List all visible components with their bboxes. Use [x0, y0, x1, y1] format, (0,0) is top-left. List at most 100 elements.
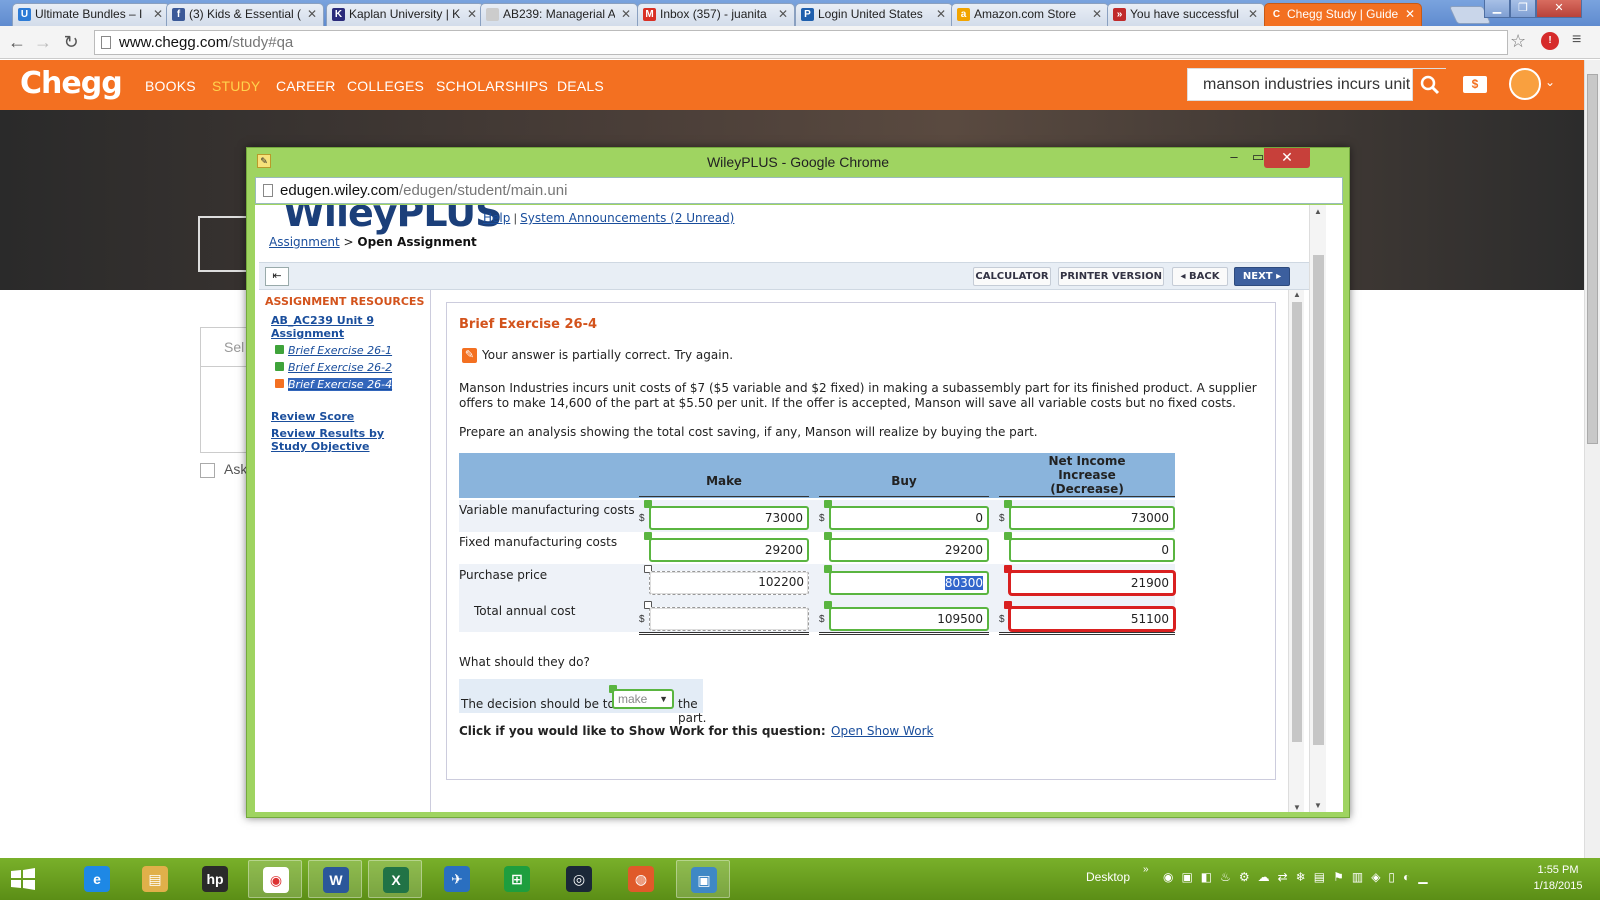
- photos-icon[interactable]: ▣: [676, 860, 730, 898]
- announcements-link[interactable]: System Announcements (2 Unread): [520, 211, 734, 225]
- nav-scholarships[interactable]: SCHOLARSHIPS: [436, 78, 548, 94]
- question-scrollbar[interactable]: ▲ ▼: [1288, 290, 1304, 812]
- maps-icon[interactable]: ◍: [614, 860, 668, 898]
- input-buy-row-1[interactable]: 0: [829, 506, 989, 530]
- input-buy-row-4[interactable]: 109500: [829, 607, 989, 631]
- tab-amazon[interactable]: a Amazon.com Store ✕: [951, 3, 1109, 26]
- input-buy-row-2[interactable]: 29200: [829, 538, 989, 562]
- bookmark-star-icon[interactable]: ☆: [1510, 31, 1526, 52]
- sidebar-assignment-link[interactable]: AB_AC239 Unit 9 Assignment: [271, 314, 411, 340]
- system-tray[interactable]: ◉▣◧♨⚙☁⇄❄▤⚑▥◈▯◐▁: [1163, 870, 1493, 888]
- close-tab-icon[interactable]: ✕: [1405, 4, 1415, 25]
- scroll-up-icon[interactable]: ▲: [1314, 207, 1322, 216]
- chevron-down-icon[interactable]: ⌄: [1545, 75, 1555, 89]
- nav-career[interactable]: CAREER: [276, 78, 336, 94]
- scrollbar-thumb[interactable]: [1587, 74, 1598, 444]
- forward-arrow-icon[interactable]: →: [32, 31, 54, 53]
- excel-icon[interactable]: X: [368, 860, 422, 898]
- avatar[interactable]: [1509, 68, 1541, 100]
- close-tab-icon[interactable]: ✕: [936, 4, 946, 25]
- tab-chegg[interactable]: C Chegg Study | Guide ✕: [1264, 3, 1422, 27]
- input-net-row-3[interactable]: 21900: [1009, 571, 1175, 595]
- input-net-row-1[interactable]: 73000: [1009, 506, 1175, 530]
- popup-scrollbar[interactable]: ▲ ▼: [1309, 205, 1326, 812]
- scroll-down-icon[interactable]: ▼: [1293, 803, 1301, 812]
- popup-address-bar[interactable]: edugen.wiley.com/edugen/student/main.uni: [255, 177, 1343, 204]
- input-make-row-1[interactable]: 73000: [649, 506, 809, 530]
- scrollbar-thumb[interactable]: [1313, 255, 1324, 745]
- popup-minimize-button[interactable]: –: [1223, 150, 1245, 166]
- chrome-icon[interactable]: ◉: [248, 860, 302, 898]
- tab-facebook[interactable]: f (3) Kids & Essential (✕: [166, 3, 324, 26]
- partial-correct-icon: ✎: [462, 348, 477, 363]
- subject-select[interactable]: Sel: [200, 327, 250, 367]
- file-explorer-icon[interactable]: ▤: [128, 860, 182, 898]
- close-window-button[interactable]: ✕: [1536, 0, 1582, 18]
- store-icon[interactable]: ⊞: [490, 860, 544, 898]
- sidebar-item-exercise-26-1[interactable]: Brief Exercise 26-1: [275, 344, 392, 357]
- desktop-toolbar-label[interactable]: Desktop: [1086, 870, 1130, 884]
- input-make-row-4[interactable]: [649, 607, 809, 631]
- search-button[interactable]: [1413, 68, 1446, 102]
- page-scrollbar[interactable]: [1584, 60, 1600, 858]
- tab-airline[interactable]: » You have successful ✕: [1107, 3, 1265, 26]
- menu-icon[interactable]: ≡: [1572, 31, 1581, 49]
- word-icon[interactable]: W: [308, 860, 362, 898]
- cart-icon[interactable]: $: [1463, 76, 1487, 93]
- nav-books[interactable]: BOOKS: [145, 78, 196, 94]
- maximize-button[interactable]: ❐: [1510, 0, 1536, 18]
- scroll-down-icon[interactable]: ▼: [1314, 801, 1322, 810]
- close-tab-icon[interactable]: ✕: [153, 4, 163, 25]
- open-show-work-link[interactable]: Open Show Work: [831, 724, 933, 738]
- tab-gmail[interactable]: M Inbox (357) - juanita ✕: [637, 3, 795, 26]
- close-tab-icon[interactable]: ✕: [778, 4, 788, 25]
- input-net-row-4[interactable]: 51100: [1009, 607, 1175, 631]
- nav-study[interactable]: STUDY: [212, 78, 260, 94]
- address-bar[interactable]: www.chegg.com/study#qa: [94, 30, 1508, 55]
- back-button[interactable]: ◂ BACK: [1172, 267, 1228, 286]
- tab-page[interactable]: AB239: Managerial A ✕: [480, 3, 638, 26]
- thunderbird-icon[interactable]: ✈: [430, 860, 484, 898]
- review-results-link[interactable]: Review Results by Study Objective: [271, 427, 406, 453]
- tab-paypal[interactable]: P Login United States ✕: [795, 3, 953, 26]
- input-net-row-2[interactable]: 0: [1009, 538, 1175, 562]
- scroll-up-icon[interactable]: ▲: [1293, 290, 1301, 299]
- nav-deals[interactable]: DEALS: [557, 78, 604, 94]
- help-link[interactable]: Help: [483, 211, 510, 225]
- back-arrow-icon[interactable]: ←: [6, 31, 28, 53]
- sidebar-item-exercise-26-2[interactable]: Brief Exercise 26-2: [275, 361, 392, 374]
- windows-start-icon[interactable]: [10, 868, 36, 890]
- ask-checkbox[interactable]: [200, 463, 215, 478]
- nav-colleges[interactable]: COLLEGES: [347, 78, 424, 94]
- close-tab-icon[interactable]: ✕: [1092, 4, 1102, 25]
- printer-version-button[interactable]: PRINTER VERSION: [1058, 267, 1164, 286]
- ie-icon[interactable]: e: [70, 860, 124, 898]
- calculator-button[interactable]: CALCULATOR: [973, 267, 1051, 286]
- chegg-search-input[interactable]: manson industries incurs unit: [1187, 68, 1413, 101]
- minimize-button[interactable]: ▁: [1484, 0, 1510, 18]
- extension-icon[interactable]: !: [1541, 32, 1559, 50]
- chevron-right-icon[interactable]: »: [1143, 864, 1149, 875]
- close-tab-icon[interactable]: ✕: [307, 4, 317, 25]
- tab-kaplan[interactable]: K Kaplan University | K ✕: [326, 3, 484, 26]
- decision-select[interactable]: make ▼: [612, 689, 674, 709]
- clock[interactable]: 1:55 PM 1/18/2015: [1520, 862, 1596, 894]
- input-buy-row-3[interactable]: 80300: [829, 571, 989, 595]
- scrollbar-thumb[interactable]: [1292, 302, 1302, 742]
- reload-icon[interactable]: ↻: [60, 31, 82, 53]
- close-tab-icon[interactable]: ✕: [467, 4, 477, 25]
- sidebar-item-exercise-26-4[interactable]: Brief Exercise 26-4: [275, 378, 393, 391]
- tab-ub[interactable]: U Ultimate Bundles – I ✕: [12, 3, 170, 26]
- popup-close-button[interactable]: ✕: [1264, 148, 1310, 168]
- breadcrumb-assignment-link[interactable]: Assignment: [269, 235, 340, 249]
- collapse-sidebar-icon[interactable]: ⇤: [265, 267, 289, 286]
- hp-icon[interactable]: hp: [188, 860, 242, 898]
- chegg-logo[interactable]: Chegg: [20, 66, 123, 101]
- input-make-row-3[interactable]: 102200: [649, 571, 809, 595]
- close-tab-icon[interactable]: ✕: [621, 4, 631, 25]
- steam-icon[interactable]: ◎: [552, 860, 606, 898]
- review-score-link[interactable]: Review Score: [271, 410, 354, 423]
- input-make-row-2[interactable]: 29200: [649, 538, 809, 562]
- close-tab-icon[interactable]: ✕: [1248, 4, 1258, 25]
- next-button[interactable]: NEXT ▸: [1234, 267, 1290, 286]
